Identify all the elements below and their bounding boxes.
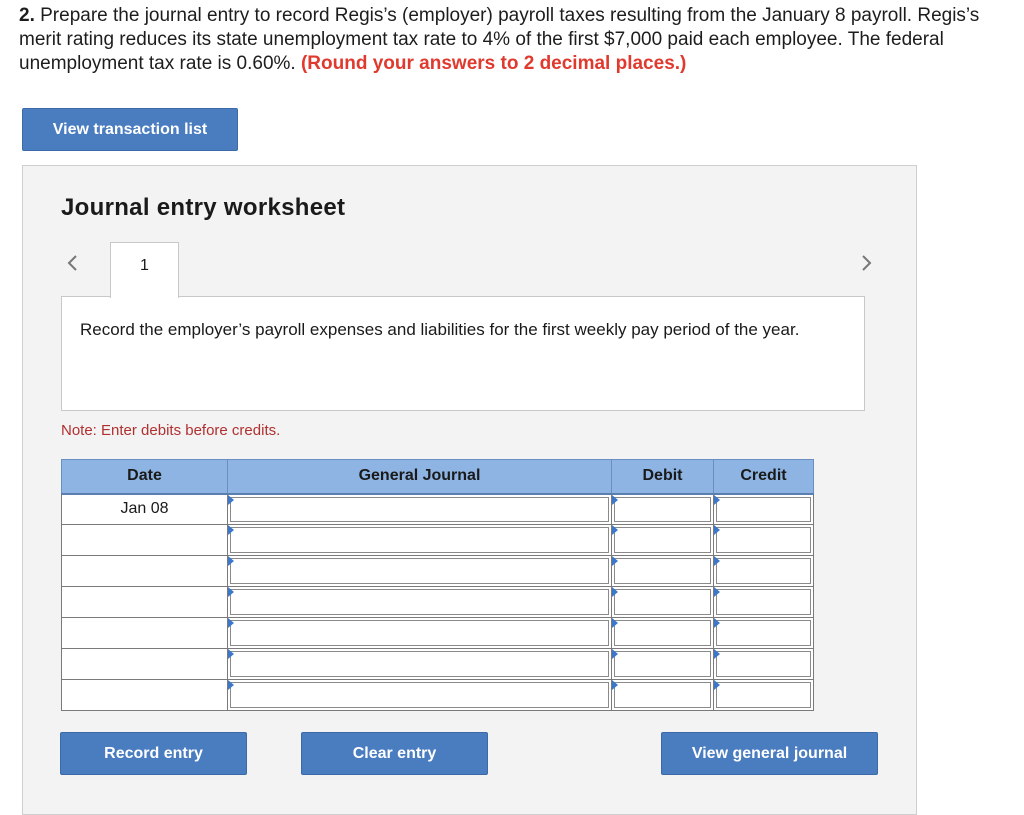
triangle-marker-icon xyxy=(228,618,234,628)
account-cell xyxy=(227,555,612,587)
triangle-marker-icon xyxy=(228,494,234,505)
triangle-marker-icon xyxy=(714,618,720,628)
debit-cell xyxy=(611,617,714,649)
question-text: 2. Prepare the journal entry to record R… xyxy=(19,4,1019,76)
account-input[interactable] xyxy=(230,496,609,522)
credit-cell xyxy=(713,586,814,618)
triangle-marker-icon xyxy=(714,525,720,535)
credit-input[interactable] xyxy=(716,496,811,522)
credit-input[interactable] xyxy=(716,620,811,646)
journal-row xyxy=(61,524,814,556)
credit-input[interactable] xyxy=(716,527,811,553)
date-cell xyxy=(61,648,228,680)
account-input[interactable] xyxy=(230,620,609,646)
credit-cell xyxy=(713,493,814,525)
account-cell xyxy=(227,524,612,556)
debit-input[interactable] xyxy=(614,527,711,553)
debit-cell xyxy=(611,586,714,618)
debit-cell xyxy=(611,524,714,556)
worksheet-title: Journal entry worksheet xyxy=(61,194,346,221)
credit-input[interactable] xyxy=(716,558,811,584)
triangle-marker-icon xyxy=(228,587,234,597)
date-cell xyxy=(61,524,228,556)
triangle-marker-icon xyxy=(228,556,234,566)
question-number: 2. xyxy=(19,5,35,26)
account-input[interactable] xyxy=(230,651,609,677)
account-input[interactable] xyxy=(230,527,609,553)
account-cell xyxy=(227,679,612,711)
account-cell xyxy=(227,493,612,525)
entry-note: Note: Enter debits before credits. xyxy=(61,422,281,439)
debit-cell xyxy=(611,493,714,525)
credit-cell xyxy=(713,648,814,680)
triangle-marker-icon xyxy=(612,649,618,659)
debit-cell xyxy=(611,555,714,587)
journal-entry-worksheet: Journal entry worksheet 1 Record the emp… xyxy=(22,165,917,815)
journal-header-row: Date General Journal Debit Credit xyxy=(61,459,814,495)
tab-label: 1 xyxy=(140,257,149,274)
debit-input[interactable] xyxy=(614,620,711,646)
account-cell xyxy=(227,648,612,680)
date-header: Date xyxy=(61,459,228,495)
triangle-marker-icon xyxy=(714,587,720,597)
triangle-marker-icon xyxy=(612,618,618,628)
date-cell: Jan 08 xyxy=(61,493,228,525)
journal-row xyxy=(61,586,814,618)
credit-cell xyxy=(713,617,814,649)
debit-input[interactable] xyxy=(614,558,711,584)
triangle-marker-icon xyxy=(714,494,720,505)
date-cell xyxy=(61,617,228,649)
triangle-marker-icon xyxy=(612,494,618,505)
journal-row xyxy=(61,555,814,587)
credit-cell xyxy=(713,555,814,587)
clear-entry-button[interactable]: Clear entry xyxy=(301,732,488,775)
general-journal-header: General Journal xyxy=(227,459,612,495)
triangle-marker-icon xyxy=(714,556,720,566)
debit-input[interactable] xyxy=(614,682,711,708)
account-input[interactable] xyxy=(230,558,609,584)
credit-cell xyxy=(713,524,814,556)
debit-header: Debit xyxy=(611,459,714,495)
credit-input[interactable] xyxy=(716,651,811,677)
record-entry-button[interactable]: Record entry xyxy=(60,732,247,775)
date-cell xyxy=(61,679,228,711)
journal-row xyxy=(61,679,814,711)
journal-row: Jan 08 xyxy=(61,493,814,525)
triangle-marker-icon xyxy=(228,680,234,690)
debit-cell xyxy=(611,648,714,680)
credit-input[interactable] xyxy=(716,589,811,615)
account-cell xyxy=(227,617,612,649)
tab-entry-1[interactable]: 1 xyxy=(110,242,179,298)
credit-input[interactable] xyxy=(716,682,811,708)
triangle-marker-icon xyxy=(612,556,618,566)
triangle-marker-icon xyxy=(228,525,234,535)
view-transaction-list-button[interactable]: View transaction list xyxy=(22,108,238,151)
view-general-journal-button[interactable]: View general journal xyxy=(661,732,878,775)
triangle-marker-icon xyxy=(714,649,720,659)
triangle-marker-icon xyxy=(714,680,720,690)
debit-cell xyxy=(611,679,714,711)
credit-header: Credit xyxy=(713,459,814,495)
debit-input[interactable] xyxy=(614,589,711,615)
account-input[interactable] xyxy=(230,589,609,615)
journal-row xyxy=(61,648,814,680)
journal-table: Date General Journal Debit Credit Jan 08 xyxy=(61,459,814,711)
journal-row xyxy=(61,617,814,649)
entry-prompt: Record the employer’s payroll expenses a… xyxy=(61,296,865,411)
account-input[interactable] xyxy=(230,682,609,708)
date-cell xyxy=(61,555,228,587)
debit-input[interactable] xyxy=(614,496,711,522)
rounding-instruction: (Round your answers to 2 decimal places.… xyxy=(300,53,687,74)
chevron-left-icon[interactable] xyxy=(61,252,83,274)
chevron-right-icon[interactable] xyxy=(856,252,878,274)
account-cell xyxy=(227,586,612,618)
debit-input[interactable] xyxy=(614,651,711,677)
date-cell xyxy=(61,586,228,618)
triangle-marker-icon xyxy=(612,680,618,690)
credit-cell xyxy=(713,679,814,711)
triangle-marker-icon xyxy=(228,649,234,659)
triangle-marker-icon xyxy=(612,587,618,597)
triangle-marker-icon xyxy=(612,525,618,535)
